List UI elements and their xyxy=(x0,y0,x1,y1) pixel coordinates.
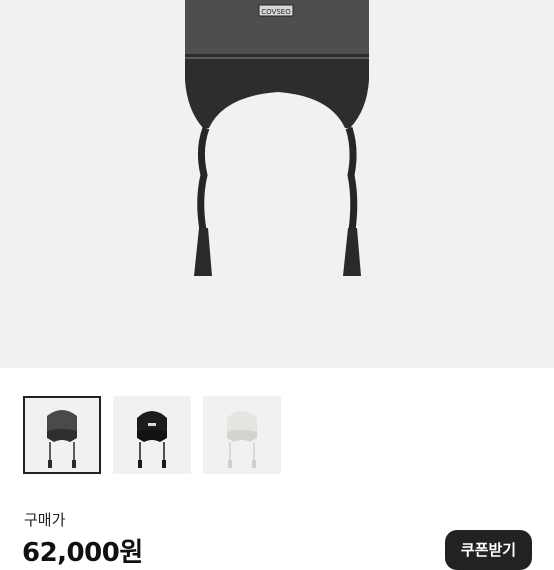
right-braid xyxy=(345,126,358,231)
left-tassel xyxy=(194,228,212,276)
price-value: 62,000원 xyxy=(22,538,143,568)
beanie-illustration: COVSEO xyxy=(185,0,369,276)
thumbnail-strip xyxy=(0,396,554,476)
thumbnail-ivory[interactable] xyxy=(203,396,281,474)
product-main-image: COVSEO xyxy=(0,0,554,368)
coupon-button[interactable]: 쿠폰받기 xyxy=(445,530,532,570)
hat-band xyxy=(185,54,369,128)
right-tassel xyxy=(343,228,361,276)
thumbnail-black[interactable] xyxy=(113,396,191,474)
logo-text: COVSEO xyxy=(261,8,291,16)
thumbnail-charcoal[interactable] xyxy=(23,396,101,474)
price-label: 구매가 xyxy=(24,511,66,529)
left-braid xyxy=(197,126,210,231)
